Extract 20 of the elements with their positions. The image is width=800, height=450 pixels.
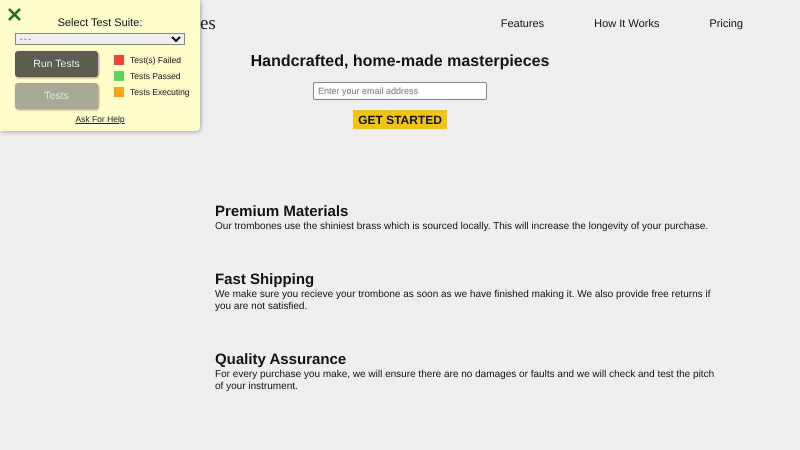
get-started-button[interactable]: GET STARTED bbox=[353, 110, 447, 129]
feature-title: Premium Materials bbox=[215, 203, 350, 221]
feature-title: Fast Shipping bbox=[215, 271, 316, 289]
logo-text: es bbox=[200, 13, 216, 35]
help-link[interactable]: Ask For Help bbox=[75, 114, 125, 124]
test-button[interactable]: Run Tests bbox=[15, 51, 98, 77]
feature-text: We make sure you recieve your trombone as soon as we have finished making it. We also provide free returns if you are not satisfied. bbox=[215, 289, 712, 313]
feature-text: Our trombones use the shiniest brass which is sourced locally. This will increase the longevity of your purchase. bbox=[215, 221, 710, 233]
nav-link[interactable]: Features bbox=[500, 18, 544, 30]
feature-text: For every purchase you make, we will ensure there are no damages or faults and we will check and test the pitch of your instrument. bbox=[215, 369, 715, 393]
legend-label: Test(s) Failed bbox=[130, 55, 182, 65]
nav-link[interactable]: How It Works bbox=[594, 18, 660, 30]
email-field[interactable]: Enter your email address bbox=[313, 82, 487, 100]
close-icon[interactable] bbox=[8, 8, 21, 21]
hero-title: Handcrafted, home-made masterpieces bbox=[250, 53, 550, 71]
legend-label: Tests Passed bbox=[130, 71, 181, 81]
feature-title: Quality Assurance bbox=[215, 351, 348, 369]
suite-label: Select Test Suite: bbox=[58, 17, 142, 29]
legend-label: Tests Executing bbox=[130, 87, 190, 97]
nav-link[interactable]: Pricing bbox=[709, 18, 743, 30]
